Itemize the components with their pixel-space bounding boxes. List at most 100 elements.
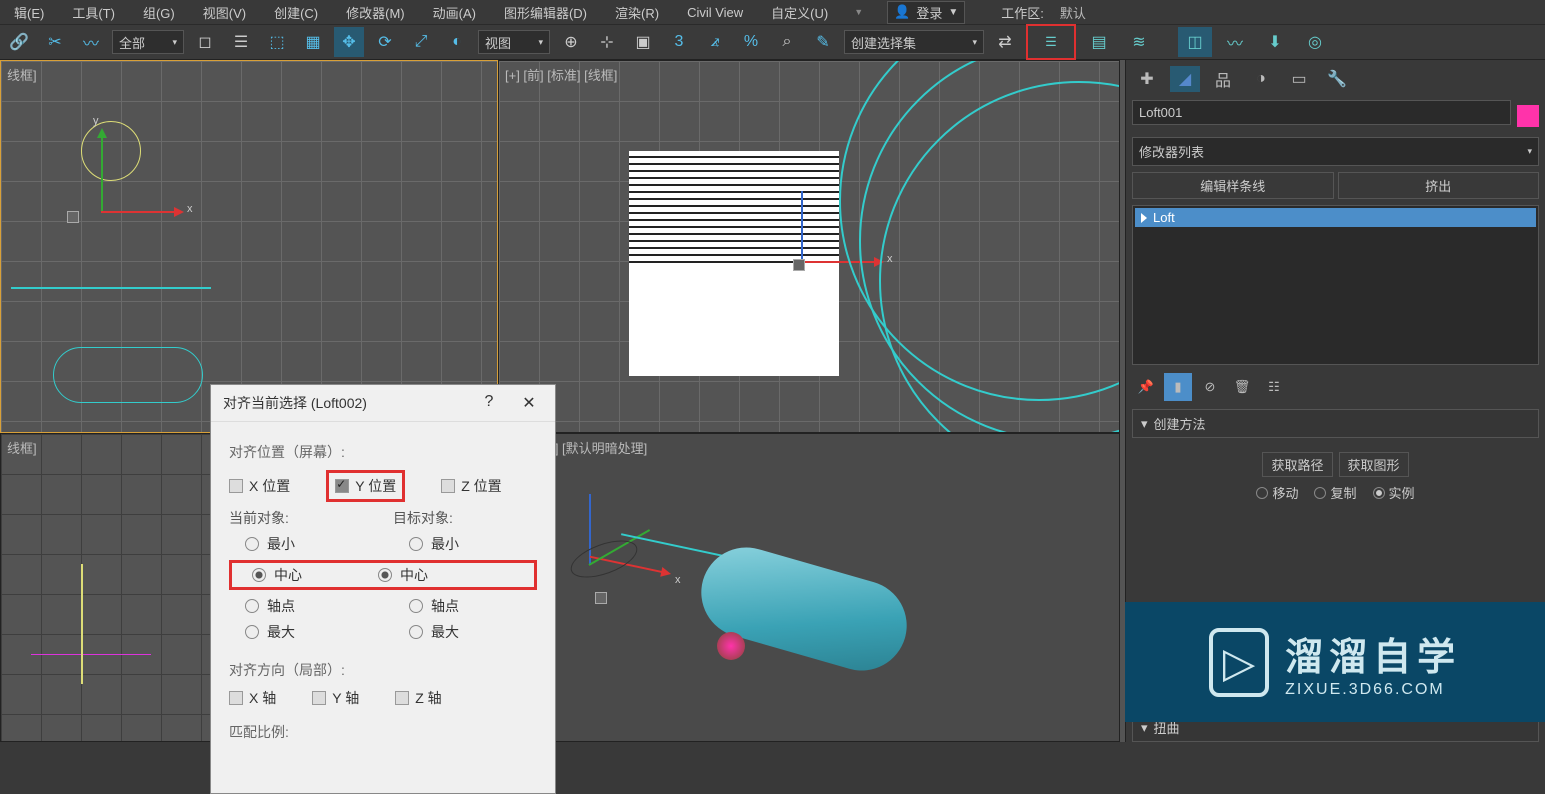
workspace-value[interactable]: 默认 xyxy=(1060,3,1086,22)
dialog-help-button[interactable]: ? xyxy=(475,393,503,413)
menu-edit[interactable]: 辑(E) xyxy=(8,1,50,24)
select-window-tool[interactable]: ▦ xyxy=(298,27,328,57)
curve-editor-btn[interactable]: ◫ xyxy=(1178,27,1212,57)
unlink-tool[interactable]: ✂ xyxy=(40,27,70,57)
modifier-list-dropdown[interactable]: 修改器列表 ▾ xyxy=(1132,137,1539,166)
watermark-overlay: ▷ 溜溜自学 ZIXUE.3D66.COM xyxy=(1125,602,1545,722)
menu-civil-view[interactable]: Civil View xyxy=(681,3,749,22)
ref-coord-dropdown[interactable]: 视图 ▾ xyxy=(478,30,550,54)
edit-spline-button[interactable]: 编辑样条线 xyxy=(1132,172,1334,199)
utilities-tab[interactable]: 🔧 xyxy=(1322,66,1352,92)
layer-explorer-btn[interactable]: ▤ xyxy=(1082,27,1116,57)
layers-btn[interactable]: ≋ xyxy=(1122,27,1156,57)
rotate-tool[interactable]: ⟳ xyxy=(370,27,400,57)
current-min-radio[interactable]: 最小 xyxy=(229,534,369,554)
modifier-stack[interactable]: Loft xyxy=(1132,205,1539,365)
create-tab[interactable]: ✚ xyxy=(1132,66,1162,92)
viewport-top-left[interactable]: 线框] x y xyxy=(0,60,498,433)
menu-view[interactable]: 视图(V) xyxy=(197,1,252,24)
menu-tools[interactable]: 工具(T) xyxy=(66,1,121,24)
dialog-titlebar[interactable]: 对齐当前选择 (Loft002) ? ✕ xyxy=(211,385,555,422)
link-tool[interactable]: 🔗 xyxy=(4,27,34,57)
make-unique-button[interactable]: ⊘ xyxy=(1196,373,1224,401)
menu-modifiers[interactable]: 修改器(M) xyxy=(340,1,411,24)
spinner-snap-tool[interactable]: ⌕ xyxy=(772,27,802,57)
hierarchy-tab[interactable]: 品 xyxy=(1208,66,1238,92)
target-center-radio[interactable]: 中心 xyxy=(350,565,428,585)
x-position-checkbox[interactable]: X 位置 xyxy=(229,476,290,496)
dialog-close-button[interactable]: ✕ xyxy=(515,393,543,413)
dope-sheet-btn[interactable]: 〰 xyxy=(1218,27,1252,57)
named-selection-set-dropdown[interactable]: 创建选择集 ▾ xyxy=(844,30,984,54)
get-path-button[interactable]: 获取路径 xyxy=(1262,452,1332,477)
menu-overflow-icon[interactable]: ▼ xyxy=(854,7,863,17)
modify-tab[interactable]: ◢ xyxy=(1170,66,1200,92)
menu-graph-editor[interactable]: 图形编辑器(D) xyxy=(498,1,593,24)
bind-tool[interactable]: 〰 xyxy=(76,27,106,57)
viewport-top-right[interactable]: [+] [前] [标准] [线框] x xyxy=(498,60,1120,433)
menu-create[interactable]: 创建(C) xyxy=(268,1,324,24)
keyboard-tool[interactable]: ▣ xyxy=(628,27,658,57)
viewport-checkbox[interactable] xyxy=(595,592,607,604)
align-position-heading: 对齐位置（屏幕）: xyxy=(229,442,537,462)
schematic-view-btn[interactable]: ⬇ xyxy=(1258,27,1292,57)
menu-animation[interactable]: 动画(A) xyxy=(427,1,482,24)
select-tool[interactable]: ◻ xyxy=(190,27,220,57)
pin-stack-button[interactable]: 📌 xyxy=(1132,373,1160,401)
current-max-radio[interactable]: 最大 xyxy=(229,622,369,642)
select-name-tool[interactable]: ☰ xyxy=(226,27,256,57)
menu-group[interactable]: 组(G) xyxy=(137,1,181,24)
mirror-tool[interactable]: ⇄ xyxy=(990,27,1020,57)
x-axis-checkbox[interactable]: X 轴 xyxy=(229,688,276,708)
target-min-radio[interactable]: 最小 xyxy=(393,534,533,554)
motion-tab[interactable]: ◑ xyxy=(1246,66,1276,92)
object-color-swatch[interactable] xyxy=(1517,105,1539,127)
z-position-checkbox[interactable]: Z 位置 xyxy=(441,476,501,496)
align-tool-highlighted[interactable]: ☰ xyxy=(1026,24,1076,60)
align-dialog: 对齐当前选择 (Loft002) ? ✕ 对齐位置（屏幕）: X 位置 Y 位置… xyxy=(210,384,556,794)
instance-radio[interactable]: 实例 xyxy=(1373,483,1415,502)
menu-render[interactable]: 渲染(R) xyxy=(609,1,665,24)
scale-tool[interactable]: ⤢ xyxy=(406,27,436,57)
show-end-result-button[interactable]: ▮ xyxy=(1164,373,1192,401)
select-rect-tool[interactable]: ⬚ xyxy=(262,27,292,57)
creation-method-rollout-body: 获取路径 获取图形 移动 复制 实例 xyxy=(1132,438,1539,516)
edit-sets-tool[interactable]: ✎ xyxy=(808,27,838,57)
current-center-radio[interactable]: 中心 xyxy=(236,565,302,585)
configure-sets-button[interactable]: ☷ xyxy=(1260,373,1288,401)
manipulate-tool[interactable]: ⊹ xyxy=(592,27,622,57)
material-editor-btn[interactable]: ◎ xyxy=(1298,27,1332,57)
move-tool[interactable]: ✥ xyxy=(334,27,364,57)
viewport-bottom-right[interactable]: 视] [标准] [默认明暗处理] x xyxy=(498,433,1120,742)
snap-3d-tool[interactable]: 3 xyxy=(664,27,694,57)
percent-snap-tool[interactable]: % xyxy=(736,27,766,57)
login-dropdown[interactable]: 👤 登录 ▼ xyxy=(887,1,965,24)
display-tab[interactable]: ▭ xyxy=(1284,66,1314,92)
creation-method-rollout-header[interactable]: ▾ 创建方法 xyxy=(1132,409,1539,438)
pivot-tool[interactable]: ⊕ xyxy=(556,27,586,57)
y-axis-checkbox[interactable]: Y 轴 xyxy=(312,688,359,708)
current-object-heading: 当前对象: xyxy=(229,508,369,528)
copy-radio[interactable]: 复制 xyxy=(1314,483,1356,502)
current-pivot-radio[interactable]: 轴点 xyxy=(229,596,369,616)
get-shape-button[interactable]: 获取图形 xyxy=(1339,452,1409,477)
object-name-input[interactable]: Loft001 xyxy=(1132,100,1511,125)
angle-snap-tool[interactable]: ⦨ xyxy=(700,27,730,57)
remove-modifier-button[interactable]: 🗑 xyxy=(1228,373,1256,401)
move-radio[interactable]: 移动 xyxy=(1256,483,1298,502)
viewport-checkbox[interactable] xyxy=(67,211,79,223)
menu-customize[interactable]: 自定义(U) xyxy=(765,1,834,24)
viewport-checkbox[interactable] xyxy=(793,259,805,271)
y-position-checkbox-highlighted[interactable]: Y 位置 xyxy=(326,470,405,502)
main-toolbar: 🔗 ✂ 〰 全部 ▾ ◻ ☰ ⬚ ▦ ✥ ⟳ ⤢ ◐ 视图 ▾ ⊕ ⊹ ▣ 3 … xyxy=(0,24,1545,60)
viewport-label: [+] [前] [标准] [线框] xyxy=(505,65,617,84)
viewports-container: 线框] x y [+] [前] [标准] [线框] x xyxy=(0,60,1125,742)
target-max-radio[interactable]: 最大 xyxy=(393,622,533,642)
selection-filter-dropdown[interactable]: 全部 ▾ xyxy=(112,30,184,54)
target-pivot-radio[interactable]: 轴点 xyxy=(393,596,533,616)
modifier-stack-item[interactable]: Loft xyxy=(1135,208,1536,227)
extrude-button[interactable]: 挤出 xyxy=(1338,172,1540,199)
placement-tool[interactable]: ◐ xyxy=(442,27,472,57)
z-axis-checkbox[interactable]: Z 轴 xyxy=(395,688,441,708)
target-object-heading: 目标对象: xyxy=(393,508,533,528)
